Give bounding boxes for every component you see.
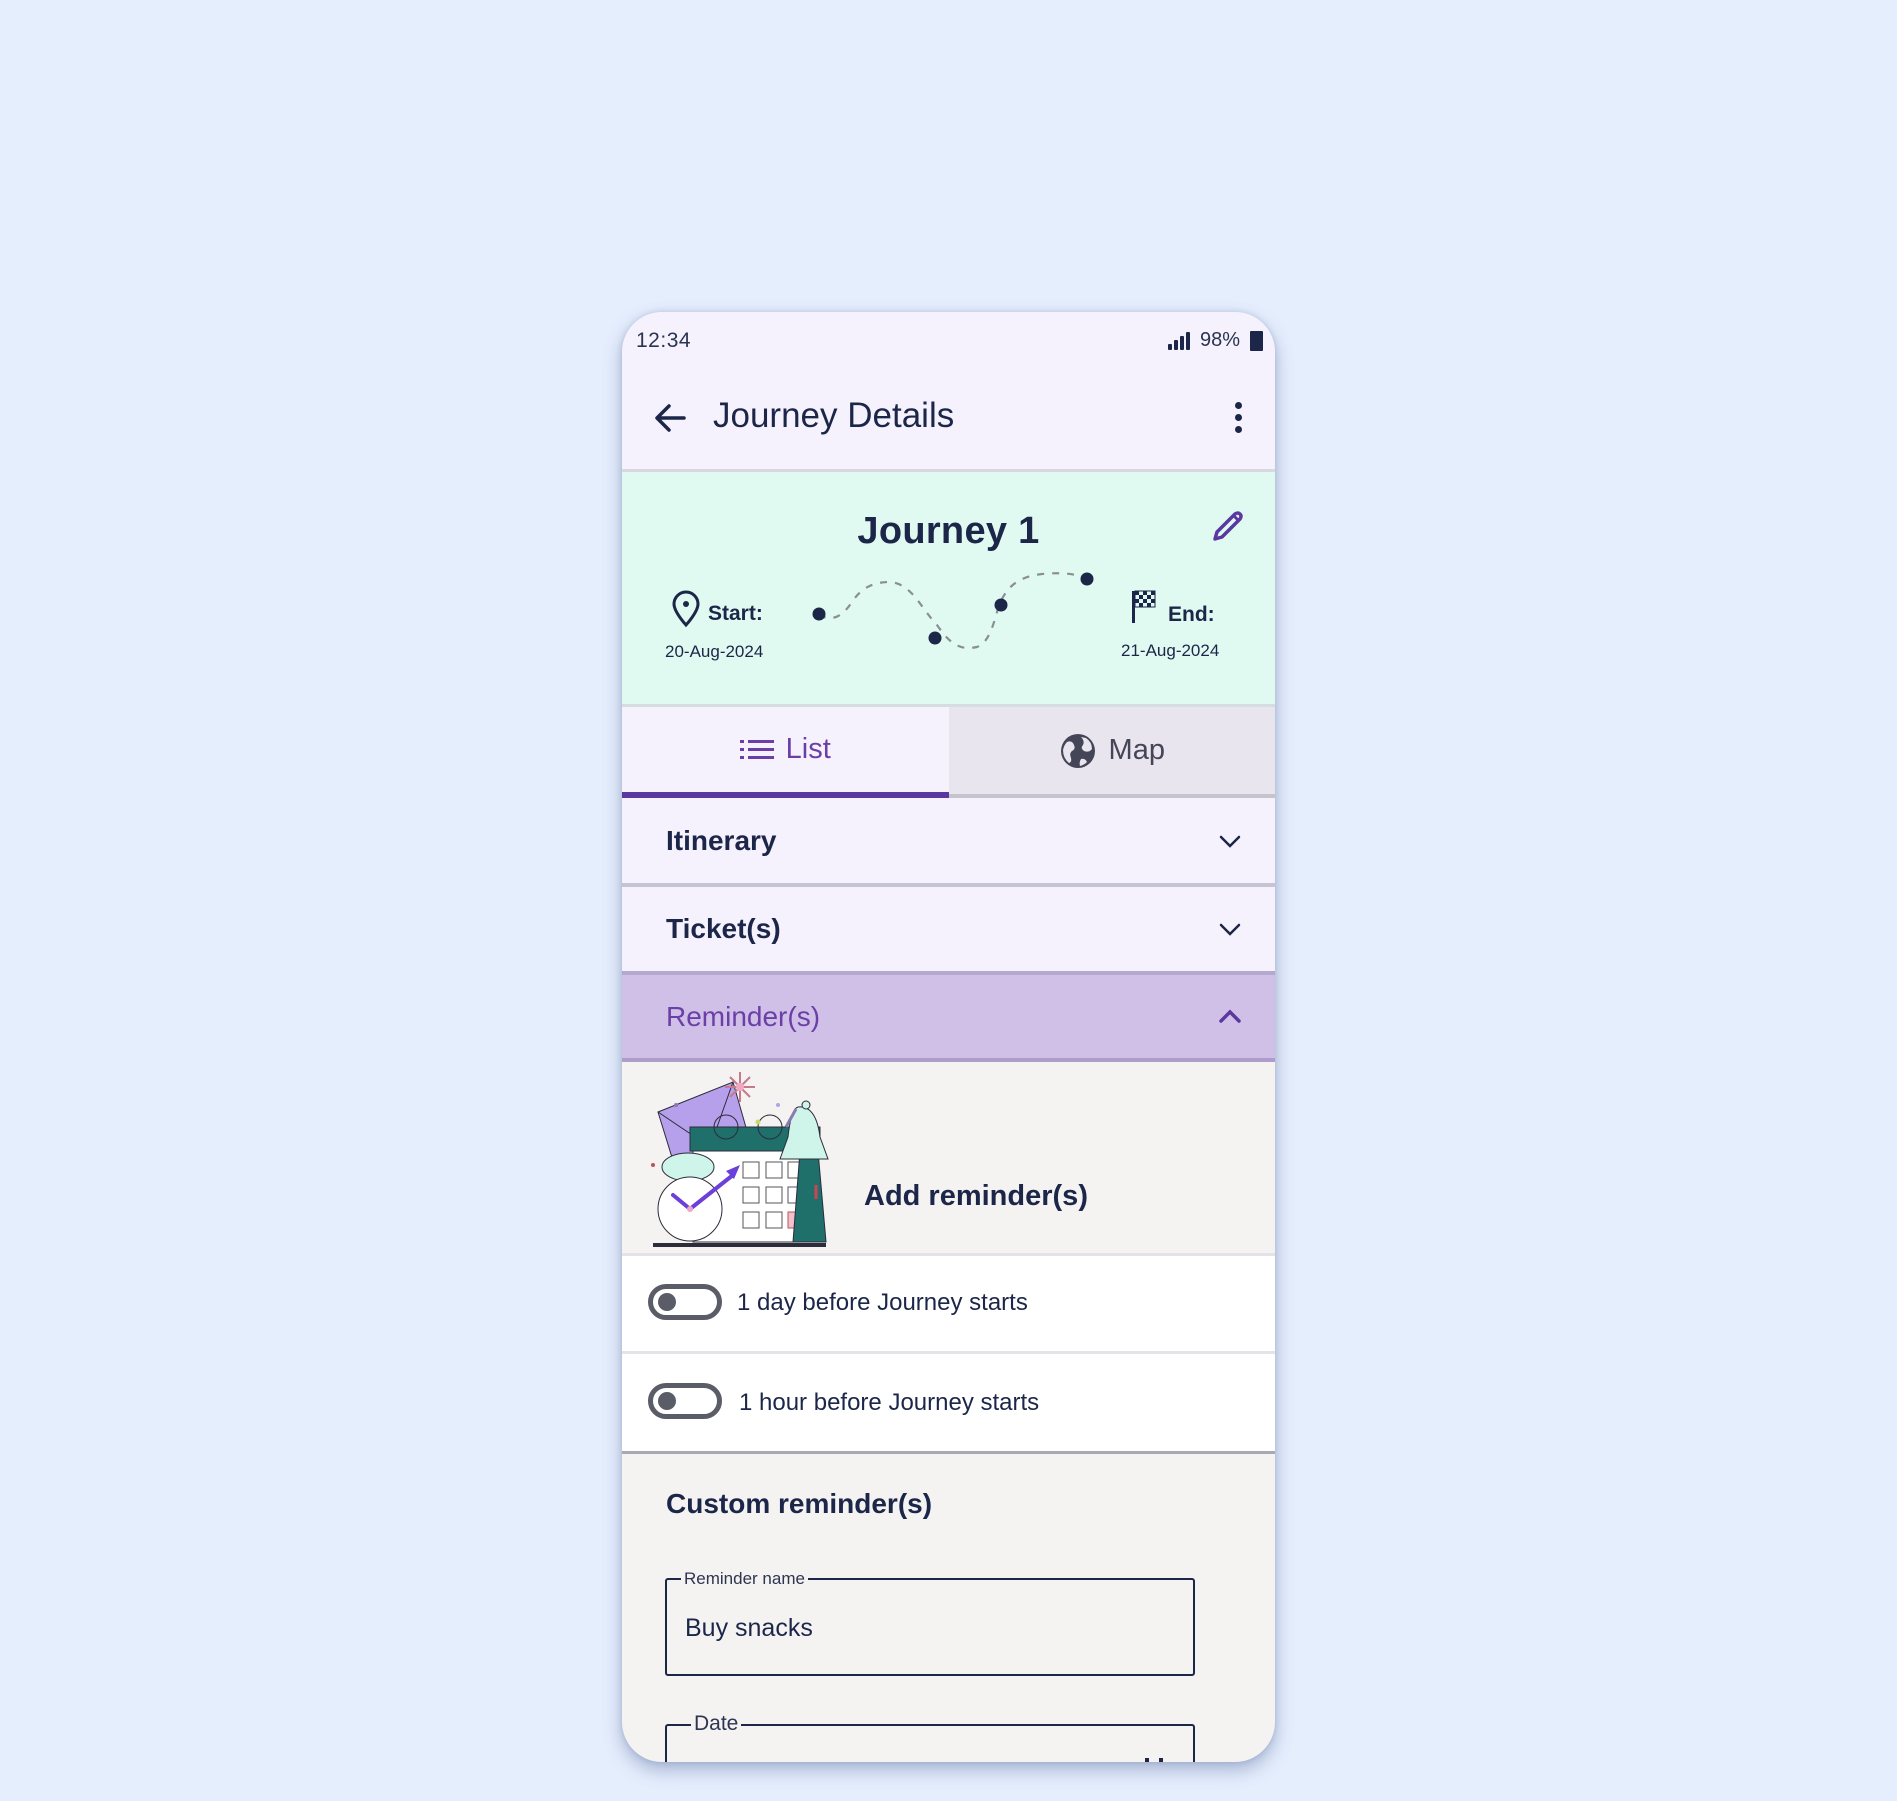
toggle-1-hour-before[interactable]: [648, 1383, 722, 1419]
status-bar: 12:34 98%: [622, 312, 1275, 370]
toggle-1-hour-before-label: 1 hour before Journey starts: [739, 1389, 1040, 1416]
reminder-illustration: [651, 1072, 829, 1247]
chevron-up-icon: [1219, 1009, 1241, 1023]
end-label: End:: [1168, 603, 1215, 626]
reminder-name-field: Reminder name: [665, 1569, 1195, 1676]
edit-journey-button[interactable]: [1207, 507, 1247, 547]
start-label: Start:: [708, 602, 763, 625]
accordion-itinerary[interactable]: Itinerary: [622, 798, 1275, 887]
calendar-icon[interactable]: [1137, 1756, 1171, 1762]
list-icon: [739, 739, 774, 759]
preset-reminder-row: 1 hour before Journey starts: [622, 1354, 1275, 1454]
add-reminder-label: Add reminder(s): [864, 1180, 1088, 1212]
toggle-1-day-before[interactable]: [648, 1284, 722, 1320]
status-right: 98%: [1167, 329, 1263, 352]
route-stop-3: [994, 598, 1008, 612]
more-vertical-icon: [1234, 401, 1242, 409]
date-label: Date: [691, 1712, 742, 1736]
add-reminder-button[interactable]: Add reminder(s): [622, 1062, 1275, 1256]
chevron-down-icon: [1219, 923, 1241, 936]
tab-list[interactable]: List: [622, 707, 949, 798]
route-stop-start: [812, 607, 826, 621]
battery-icon: [1250, 330, 1263, 351]
start-date: 20-Aug-2024: [665, 642, 764, 661]
toggle-1-day-before-label: 1 day before Journey starts: [737, 1289, 1028, 1316]
phone-screen: 12:34 98% Journey Details Journey 1 Star…: [622, 312, 1275, 1762]
reminder-name-label: Reminder name: [681, 1569, 808, 1589]
accordion-tickets-label: Ticket(s): [666, 913, 781, 944]
preset-reminder-row: 1 day before Journey starts: [622, 1256, 1275, 1354]
chevron-down-icon: [1219, 835, 1241, 848]
custom-reminders-title: Custom reminder(s): [666, 1488, 933, 1519]
route-stop-end: [1080, 572, 1094, 586]
route-path: [818, 572, 1088, 650]
tab-map-label: Map: [1108, 734, 1165, 766]
location-pin-icon: [672, 590, 700, 628]
accordion-tickets[interactable]: Ticket(s): [622, 887, 1275, 975]
app-bar: Journey Details: [622, 370, 1275, 472]
checkered-flag-icon: [1132, 590, 1156, 623]
journey-name: Journey 1: [857, 510, 1040, 552]
end-date: 21-Aug-2024: [1121, 641, 1220, 660]
page-title: Journey Details: [713, 396, 955, 435]
date-input[interactable]: [685, 1760, 1165, 1762]
signal-icon: [1167, 331, 1190, 350]
back-button[interactable]: [650, 398, 690, 438]
route-path-illustration: [812, 572, 1094, 650]
toggle-knob: [658, 1293, 676, 1311]
date-field: Date: [665, 1712, 1195, 1762]
arrow-left-icon: [655, 404, 686, 432]
view-tabs: List Map: [622, 707, 1275, 798]
globe-icon: [1060, 733, 1095, 768]
toggle-knob: [658, 1392, 676, 1410]
accordion-itinerary-label: Itinerary: [666, 824, 777, 856]
battery-percent: 98%: [1199, 329, 1240, 351]
accordion-reminders[interactable]: Reminder(s): [622, 975, 1275, 1062]
reminder-name-input[interactable]: [685, 1614, 1165, 1643]
more-options-button[interactable]: [1223, 394, 1253, 440]
tab-list-label: List: [785, 733, 831, 765]
status-time: 12:34: [636, 329, 692, 352]
accordion-reminders-label: Reminder(s): [666, 1000, 821, 1032]
route-stop-2: [928, 631, 942, 645]
pencil-icon: [1213, 511, 1243, 541]
tab-map[interactable]: Map: [948, 707, 1275, 798]
journey-summary-card: Journey 1 Start: 20-Aug-2024 End: 21-Aug…: [622, 472, 1275, 707]
